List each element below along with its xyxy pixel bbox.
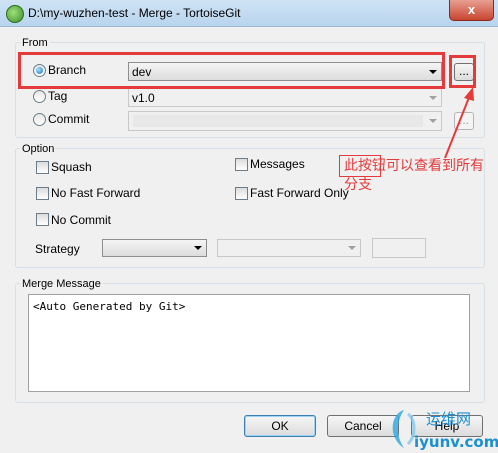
commit-combo-field <box>133 115 423 127</box>
browse-button-highlight-box <box>449 55 476 88</box>
annotation-note: 此按钮可以查看到所有分支 <box>344 157 484 192</box>
no-commit-label[interactable]: No Commit <box>51 213 111 227</box>
fast-forward-only-label[interactable]: Fast Forward Only <box>250 186 349 200</box>
chevron-down-icon <box>348 246 356 250</box>
chevron-down-icon <box>429 119 437 123</box>
from-group-label: From <box>20 37 50 49</box>
window-title: D:\my-wuzhen-test - Merge - TortoiseGit <box>28 6 241 20</box>
messages-label[interactable]: Messages <box>250 157 305 171</box>
tag-radio[interactable] <box>33 90 46 103</box>
tag-combo-value: v1.0 <box>132 91 155 105</box>
strategy-combo[interactable] <box>102 239 207 257</box>
messages-checkbox[interactable] <box>235 158 248 171</box>
watermark-site: iyunv.com <box>414 433 498 451</box>
window-close-button[interactable]: x <box>449 0 494 21</box>
squash-checkbox[interactable] <box>36 161 49 174</box>
strategy-label: Strategy <box>35 242 80 256</box>
tag-combo[interactable]: v1.0 <box>128 88 442 107</box>
chevron-down-icon <box>194 246 202 250</box>
squash-label[interactable]: Squash <box>51 160 92 174</box>
title-bar[interactable]: D:\my-wuzhen-test - Merge - TortoiseGit … <box>0 0 498 27</box>
merge-dialog: D:\my-wuzhen-test - Merge - TortoiseGit … <box>0 0 498 453</box>
commit-label[interactable]: Commit <box>48 112 89 126</box>
option-group-label: Option <box>20 143 57 155</box>
ok-button[interactable]: OK <box>244 415 316 437</box>
watermark-logo: 运维网 iyunv.com <box>392 410 498 451</box>
branch-highlight-box <box>18 52 445 89</box>
watermark-cn: 运维网 <box>426 410 471 428</box>
no-fast-forward-checkbox[interactable] <box>36 187 49 200</box>
browse-commits-button[interactable]: ... <box>454 112 474 130</box>
merge-message-text: <Auto Generated by Git> <box>33 300 186 313</box>
merge-message-group-label: Merge Message <box>20 278 103 290</box>
strategy-option-combo[interactable] <box>217 239 361 257</box>
commit-radio[interactable] <box>33 113 46 126</box>
merge-message-input[interactable]: <Auto Generated by Git> <box>28 294 470 392</box>
commit-combo[interactable] <box>128 111 442 131</box>
chevron-down-icon <box>429 96 437 100</box>
tag-label[interactable]: Tag <box>48 89 67 103</box>
tortoisegit-app-icon <box>6 5 24 23</box>
no-commit-checkbox[interactable] <box>36 213 49 226</box>
no-fast-forward-label[interactable]: No Fast Forward <box>51 186 140 200</box>
strategy-param-field[interactable] <box>372 238 426 258</box>
fast-forward-only-checkbox[interactable] <box>235 187 248 200</box>
